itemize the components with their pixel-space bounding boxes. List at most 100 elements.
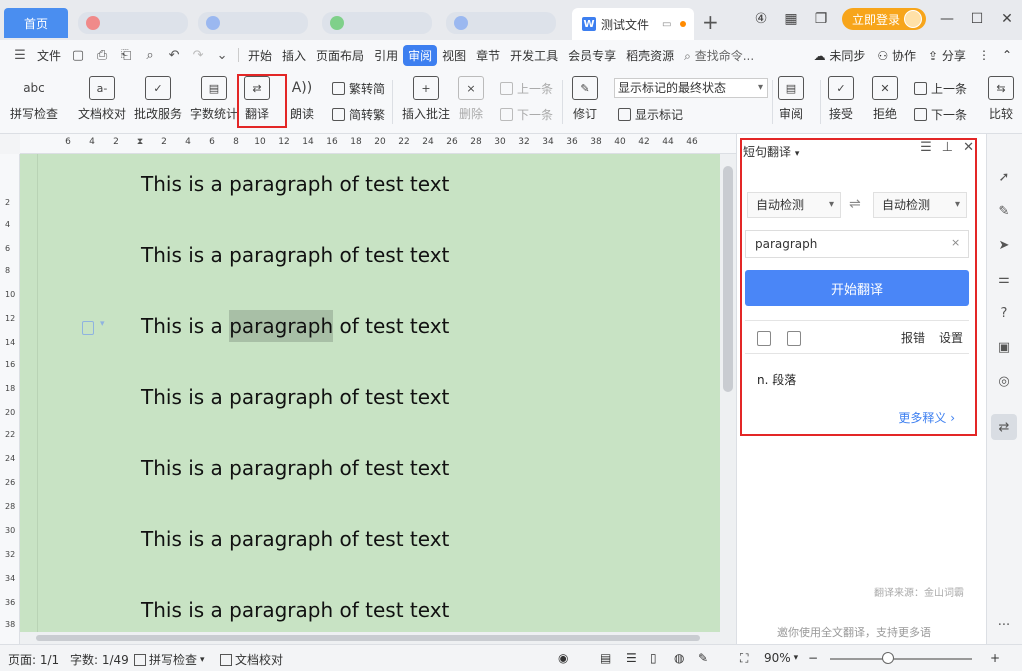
maximize-button[interactable]: ☐ — [968, 11, 986, 27]
tab-blurred-3[interactable] — [322, 12, 432, 34]
share-button[interactable]: ⇪ 分享 — [928, 47, 966, 64]
spell-check-button[interactable]: abc 拼写检查 — [10, 76, 58, 122]
more-chevron-icon[interactable]: ⌄ — [214, 47, 230, 63]
menu-page-layout[interactable]: 页面布局 — [311, 47, 369, 64]
zoom-slider-handle[interactable] — [882, 652, 894, 664]
menu-start[interactable]: 开始 — [243, 47, 277, 64]
compare-button[interactable]: ⇆ 比较 — [988, 76, 1014, 122]
read-view-icon[interactable]: ▯ — [650, 651, 657, 665]
read-aloud-button[interactable]: A)) 朗读 — [289, 76, 315, 122]
tab-blurred-4[interactable] — [446, 12, 556, 34]
scroll-thumb[interactable] — [723, 166, 733, 392]
minimize-button[interactable]: — — [938, 11, 956, 27]
proof-status[interactable]: 文档校对 — [220, 651, 283, 668]
selected-word[interactable]: paragraph — [229, 310, 334, 342]
scroll-thumb[interactable] — [36, 635, 700, 641]
accept-button[interactable]: ✓ 接受 — [828, 76, 854, 122]
page-view-icon[interactable]: ▤ — [600, 651, 611, 665]
help-icon[interactable]: ? — [995, 304, 1013, 322]
menu-chapter[interactable]: 章节 — [471, 47, 505, 64]
indent-marker-icon[interactable]: ⧗ — [137, 137, 143, 147]
menu-insert[interactable]: 插入 — [277, 47, 311, 64]
horizontal-ruler[interactable]: 6 4 2 ⧗ 2 4 6 8 10 12 14 16 18 20 22 24 … — [20, 134, 736, 154]
web-view-icon[interactable]: ◍ — [674, 651, 684, 665]
hamburger-icon[interactable]: ☰ — [12, 47, 28, 63]
unsync-button[interactable]: ☁ 未同步 — [814, 47, 866, 64]
next-comment-button[interactable]: 下一条 — [500, 106, 553, 123]
menu-reference[interactable]: 引用 — [369, 47, 403, 64]
zoom-in-button[interactable]: + — [990, 651, 1000, 665]
tab-home[interactable]: 首页 — [4, 8, 68, 38]
grid-icon[interactable]: ▦ — [782, 11, 800, 27]
review-pane-button[interactable]: ▤ 审阅 — [778, 76, 804, 122]
more-icon[interactable]: ··· — [995, 616, 1013, 634]
save-icon[interactable]: ▢ — [70, 47, 86, 63]
paragraph[interactable]: This is a paragraph of test text — [141, 172, 449, 196]
more-icon[interactable]: ⋮ — [978, 48, 990, 62]
collapse-ribbon-icon[interactable]: ⌃ — [1002, 48, 1012, 62]
show-markup-button[interactable]: 显示标记 — [618, 106, 683, 123]
tab-count-icon[interactable]: ④ — [752, 11, 770, 27]
doc-proof-button[interactable]: a- 文档校对 — [78, 76, 126, 122]
zoom-level[interactable]: 90% ▾ — [764, 651, 798, 665]
word-count-button[interactable]: ▤ 字数统计 — [190, 76, 238, 122]
revise-service-button[interactable]: ✓ 批改服务 — [134, 76, 182, 122]
pen-icon[interactable]: ✎ — [995, 202, 1013, 220]
paragraph[interactable]: This is a paragraph of test text — [141, 385, 449, 409]
chevron-down-icon[interactable]: ▾ — [100, 319, 105, 329]
reject-button[interactable]: ✕ 拒绝 — [872, 76, 898, 122]
horizontal-scrollbar[interactable] — [20, 632, 736, 644]
tab-blurred-2[interactable] — [198, 12, 308, 34]
translate-panel-icon[interactable]: ⇄ — [991, 414, 1017, 440]
command-search[interactable]: ⌕ 查找命令... — [679, 47, 759, 64]
paragraph[interactable]: This is a paragraph of test text — [141, 243, 449, 267]
menu-view[interactable]: 视图 — [437, 47, 471, 64]
zoom-slider[interactable] — [830, 658, 972, 660]
login-button[interactable]: 立即登录 — [841, 8, 926, 30]
outline-view-icon[interactable]: ☰ — [626, 651, 637, 665]
document-page[interactable]: This is a paragraph of test text This is… — [20, 154, 720, 632]
paragraph-selected[interactable]: This is a paragraph of test text — [141, 310, 449, 342]
preview-icon[interactable]: ⌕ — [142, 47, 158, 63]
collab-button[interactable]: ⚇ 协作 — [877, 47, 916, 64]
next-change-button[interactable]: 下一条 — [914, 106, 967, 123]
menu-file[interactable]: 文件 — [32, 47, 66, 64]
simp-to-trad-button[interactable]: 简转繁 — [332, 106, 385, 123]
rocket-icon[interactable]: ➚ — [995, 168, 1013, 186]
zoom-out-button[interactable]: − — [808, 651, 818, 665]
fit-page-icon[interactable]: ⛶ — [740, 651, 748, 666]
export-icon[interactable]: ⎙ — [94, 47, 110, 63]
word-count[interactable]: 字数: 1/49 — [70, 651, 129, 668]
insert-comment-button[interactable]: + 插入批注 — [402, 76, 450, 122]
markup-state-select[interactable]: 显示标记的最终状态 — [614, 78, 768, 98]
sliders-icon[interactable]: ⚌ — [995, 270, 1013, 288]
menu-dev-tools[interactable]: 开发工具 — [505, 47, 563, 64]
tab-document[interactable]: W 测试文件 ▭ — [572, 8, 694, 40]
new-tab-button[interactable]: + — [702, 10, 719, 34]
compass-icon[interactable]: ◎ — [995, 372, 1013, 390]
cursor-icon[interactable]: ➤ — [995, 236, 1013, 254]
spell-check-status[interactable]: 拼写检查 ▾ — [134, 651, 205, 668]
paragraph[interactable]: This is a paragraph of test text — [141, 527, 449, 551]
tab-blurred-1[interactable] — [78, 12, 188, 34]
menu-review[interactable]: 审阅 — [403, 44, 438, 66]
menu-member[interactable]: 会员专享 — [563, 47, 621, 64]
paragraph-layout-icon[interactable] — [82, 321, 94, 335]
page-indicator[interactable]: 页面: 1/1 — [8, 651, 59, 668]
full-text-invite[interactable]: 邀你使用全文翻译，支持更多语 — [777, 624, 931, 640]
paragraph[interactable]: This is a paragraph of test text — [141, 598, 449, 622]
vertical-ruler[interactable]: 2 4 6 8 10 12 14 16 18 20 22 24 26 28 30… — [0, 154, 20, 644]
track-changes-button[interactable]: ✎ 修订 — [572, 76, 598, 122]
trad-to-simp-button[interactable]: 繁转简 — [332, 80, 385, 97]
eye-icon[interactable]: ◉ — [558, 651, 568, 665]
image-icon[interactable]: ▣ — [995, 338, 1013, 356]
delete-comment-button[interactable]: × 删除 — [458, 76, 484, 122]
prev-comment-button[interactable]: 上一条 — [500, 80, 553, 97]
menu-docer[interactable]: 稻壳资源 — [621, 47, 679, 64]
vertical-scrollbar[interactable] — [720, 154, 736, 632]
print-icon[interactable]: ⎗ — [118, 47, 134, 63]
redo-icon[interactable]: ↷ — [190, 47, 206, 63]
write-view-icon[interactable]: ✎ — [698, 651, 708, 665]
paragraph[interactable]: This is a paragraph of test text — [141, 456, 449, 480]
prev-change-button[interactable]: 上一条 — [914, 80, 967, 97]
